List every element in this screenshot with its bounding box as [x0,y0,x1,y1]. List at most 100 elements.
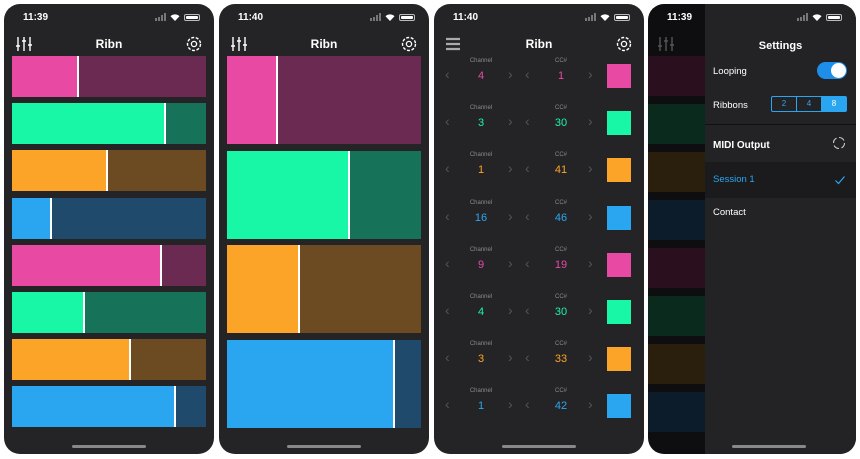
ribbon-level-fill [227,245,300,333]
chevron-right-icon[interactable]: › [508,349,513,365]
ribbon-green[interactable] [227,150,421,239]
status-bar: 11:40 [219,12,429,26]
wifi-icon [170,13,180,21]
color-swatch[interactable] [607,347,631,372]
cellular-signal-icon [155,13,166,21]
chevron-right-icon[interactable]: › [508,302,513,318]
session-row[interactable]: Session 1 [705,162,856,198]
ribbon-orange[interactable] [12,339,206,381]
cc-value: 19 [554,258,568,271]
chevron-left-icon[interactable]: ‹ [445,349,450,365]
gear-icon[interactable] [184,34,204,54]
ribbon-green[interactable] [12,292,206,333]
ribbon-pink[interactable] [12,56,206,97]
chevron-right-icon[interactable]: › [588,302,593,318]
home-indicator [287,445,361,448]
mapping-row: ‹ Channel 3 › ‹ CC# 33 › [434,337,644,384]
ribbon-green[interactable] [12,103,206,145]
status-bar: 11:39 [648,12,856,26]
chevron-right-icon[interactable]: › [508,255,513,271]
chevron-right-icon[interactable]: › [588,349,593,365]
ribbon-pink[interactable] [227,56,421,144]
contact-label: Contact [713,207,746,218]
chevron-right-icon[interactable]: › [508,396,513,412]
ribbon-blue[interactable] [12,386,206,428]
looping-toggle[interactable] [817,62,847,79]
ribbon-orange[interactable] [12,150,206,192]
chevron-left-icon[interactable]: ‹ [445,66,450,82]
chevron-left-icon[interactable]: ‹ [525,349,530,365]
chevron-right-icon[interactable]: › [508,208,513,224]
dimmed-ribbon [648,200,705,240]
ribbons-option-2[interactable]: 2 [772,97,796,111]
chevron-left-icon[interactable]: ‹ [525,255,530,271]
chevron-left-icon[interactable]: ‹ [525,208,530,224]
wifi-icon [600,13,610,21]
ribbon-level-fill [12,150,109,192]
ribbon-track [161,244,206,286]
chevron-left-icon[interactable]: ‹ [525,302,530,318]
gear-icon[interactable] [399,34,419,54]
ribbon-level-fill [12,386,176,428]
chevron-right-icon[interactable]: › [588,66,593,82]
dimmed-ribbon [648,152,705,192]
phone-midi-mapping: 11:40 Ribn ‹ Channel 4 › ‹ CC# 1 › ‹ Channel 3 › ‹ CC… [434,4,644,454]
cc-label: CC# [554,152,567,159]
battery-icon [184,13,200,21]
status-bar: 11:39 [4,12,214,26]
dimmed-ribbon [648,296,705,336]
cc-label: CC# [554,341,567,348]
contact-row[interactable]: Contact [705,200,856,228]
ribbons-option-8[interactable]: 8 [821,97,846,111]
refresh-icon[interactable] [831,135,847,151]
chevron-right-icon[interactable]: › [588,396,593,412]
midi-output-heading: MIDI Output [713,140,770,151]
chevron-left-icon[interactable]: ‹ [445,160,450,176]
ribbon-level-fill [12,339,132,381]
ribbon-blue[interactable] [12,197,206,239]
ribbon-blue[interactable] [227,339,421,428]
channel-label: Channel [469,341,493,348]
ribbon-pink[interactable] [12,244,206,286]
channel-value: 1 [477,400,485,413]
chevron-right-icon[interactable]: › [508,113,513,129]
chevron-left-icon[interactable]: ‹ [525,66,530,82]
mapping-row: ‹ Channel 16 › ‹ CC# 46 › [434,196,644,243]
color-swatch[interactable] [607,205,631,230]
chevron-left-icon[interactable]: ‹ [445,255,450,271]
mapping-row: ‹ Channel 1 › ‹ CC# 41 › [434,148,644,195]
channel-label: Channel [469,388,493,395]
ribbons-label: Ribbons [713,100,748,111]
chevron-left-icon[interactable]: ‹ [445,113,450,129]
gear-icon[interactable] [614,34,634,54]
ribbon-level-fill [227,339,395,428]
color-swatch[interactable] [607,158,631,183]
chevron-left-icon[interactable]: ‹ [445,208,450,224]
cc-value: 30 [554,306,568,318]
dimmed-ribbon [648,56,705,96]
ribbon-track [165,103,206,145]
chevron-right-icon[interactable]: › [588,208,593,224]
chevron-left-icon[interactable]: ‹ [525,113,530,129]
chevron-left-icon[interactable]: ‹ [525,160,530,176]
chevron-left-icon[interactable]: ‹ [445,396,450,412]
channel-label: Channel [469,105,493,112]
ribbon-track [83,292,206,333]
chevron-right-icon[interactable]: › [508,66,513,82]
chevron-right-icon[interactable]: › [588,255,593,271]
dimmed-ribbon [648,248,705,288]
chevron-right-icon[interactable]: › [508,160,513,176]
chevron-left-icon[interactable]: ‹ [445,302,450,318]
chevron-right-icon[interactable]: › [588,113,593,129]
status-time: 11:39 [23,12,49,23]
color-swatch[interactable] [607,252,631,277]
cellular-signal-icon [370,13,381,21]
color-swatch[interactable] [607,111,631,136]
chevron-right-icon[interactable]: › [588,160,593,176]
ribbon-orange[interactable] [227,245,421,333]
color-swatch[interactable] [607,394,631,419]
chevron-left-icon[interactable]: ‹ [525,396,530,412]
color-swatch[interactable] [607,300,631,324]
color-swatch[interactable] [607,64,631,88]
ribbons-option-4[interactable]: 4 [796,97,821,111]
